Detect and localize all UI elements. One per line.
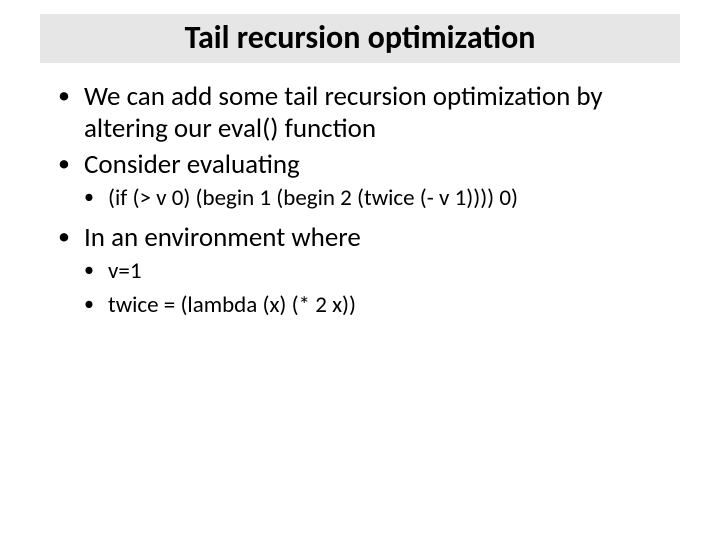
- bullet-text: v=1: [108, 257, 142, 285]
- bullet-text: Consider evaluating: [84, 148, 300, 181]
- slide: Tail recursion optimization We can add s…: [0, 14, 720, 540]
- bullet-level1: Consider evaluating: [58, 149, 670, 181]
- bullet-level2: twice = (lambda (x) (* 2 x)): [58, 292, 670, 320]
- bullet-level1: In an environment where: [58, 222, 670, 254]
- bullet-level1: We can add some tail recursion optimizat…: [58, 81, 670, 145]
- bullet-text: We can add some tail recursion optimizat…: [84, 80, 603, 145]
- slide-title: Tail recursion optimization: [40, 14, 680, 63]
- bullet-level2: v=1: [58, 258, 670, 286]
- bullet-text: (if (> v 0) (begin 1 (begin 2 (twice (- …: [108, 184, 518, 212]
- slide-body: We can add some tail recursion optimizat…: [58, 81, 670, 319]
- bullet-level2: (if (> v 0) (begin 1 (begin 2 (twice (- …: [58, 185, 670, 213]
- bullet-text: In an environment where: [84, 221, 361, 254]
- bullet-text: twice = (lambda (x) (* 2 x)): [108, 291, 356, 319]
